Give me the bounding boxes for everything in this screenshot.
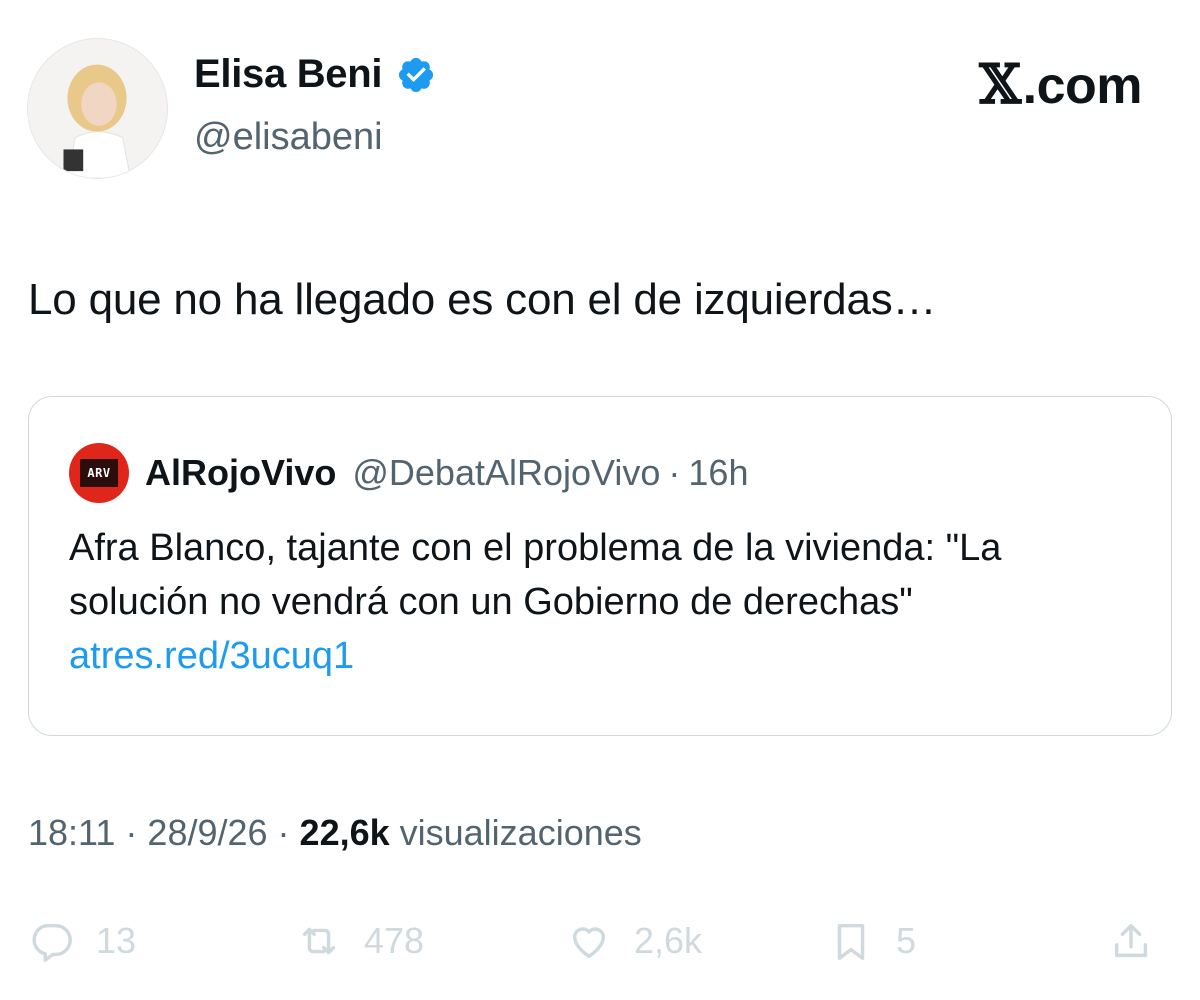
author-display-name[interactable]: Elisa Beni xyxy=(194,52,383,97)
tweet-meta: 18:11 · 28/9/26 · 22,6k visualizaciones xyxy=(28,812,642,854)
views-label: visualizaciones xyxy=(399,812,642,853)
x-com-logo: 𝕏 .com xyxy=(979,52,1142,116)
reply-button[interactable]: 13 xyxy=(28,906,136,976)
author-handle[interactable]: @elisabeni xyxy=(194,116,383,159)
quoted-tweet-card[interactable]: ARV AlRojoVivo @DebatAlRojoVivo · 16h Af… xyxy=(28,396,1172,736)
quoted-tweet-text: Afra Blanco, tajante con el problema de … xyxy=(69,527,1002,623)
tweet-screenshot: Elisa Beni @elisabeni 𝕏 .com Lo que no h… xyxy=(0,0,1200,1000)
tweet-text: Lo que no ha llegado es con el de izquie… xyxy=(28,275,937,324)
author-photo xyxy=(28,39,167,178)
quoted-author-name[interactable]: AlRojoVivo xyxy=(145,452,336,494)
quoted-tweet-header: ARV AlRojoVivo @DebatAlRojoVivo · 16h xyxy=(69,443,748,503)
tweet-time[interactable]: 18:11 xyxy=(28,812,115,854)
reply-count: 13 xyxy=(96,920,137,961)
quoted-avatar-logo: ARV xyxy=(80,459,118,487)
views-count: 22,6k xyxy=(299,812,390,853)
author-avatar[interactable] xyxy=(27,38,168,179)
heart-icon xyxy=(572,927,606,959)
like-count: 2,6k xyxy=(634,920,703,961)
retweet-count: 478 xyxy=(364,920,425,961)
retweet-button[interactable]: 478 xyxy=(296,906,424,976)
quoted-separator: · xyxy=(668,452,681,493)
bookmark-button[interactable]: 5 xyxy=(828,906,916,976)
like-button[interactable]: 2,6k xyxy=(566,906,702,976)
quoted-tweet-time[interactable]: 16h xyxy=(688,452,748,494)
x-logo-icon: 𝕏 xyxy=(979,52,1021,116)
verified-badge-icon xyxy=(396,55,436,95)
meta-separator: · xyxy=(277,812,290,853)
author-name-row: Elisa Beni xyxy=(194,52,436,97)
bookmark-icon xyxy=(837,923,865,960)
share-icon xyxy=(1114,923,1148,958)
brand-suffix: .com xyxy=(1022,57,1143,115)
quoted-author-avatar[interactable]: ARV xyxy=(69,443,129,503)
bookmark-count: 5 xyxy=(896,920,917,961)
meta-separator: · xyxy=(125,812,138,853)
quoted-tweet-body: Afra Blanco, tajante con el problema de … xyxy=(69,521,1149,683)
reply-icon xyxy=(32,923,72,962)
quoted-author-handle[interactable]: @DebatAlRojoVivo xyxy=(352,452,660,494)
quoted-tweet-link[interactable]: atres.red/3ucuq1 xyxy=(69,635,354,677)
share-button[interactable] xyxy=(1108,906,1154,976)
retweet-icon xyxy=(302,927,336,955)
tweet-actions: 13 478 2,6k 5 xyxy=(28,906,1172,976)
tweet-date[interactable]: 28/9/26 xyxy=(147,812,267,854)
